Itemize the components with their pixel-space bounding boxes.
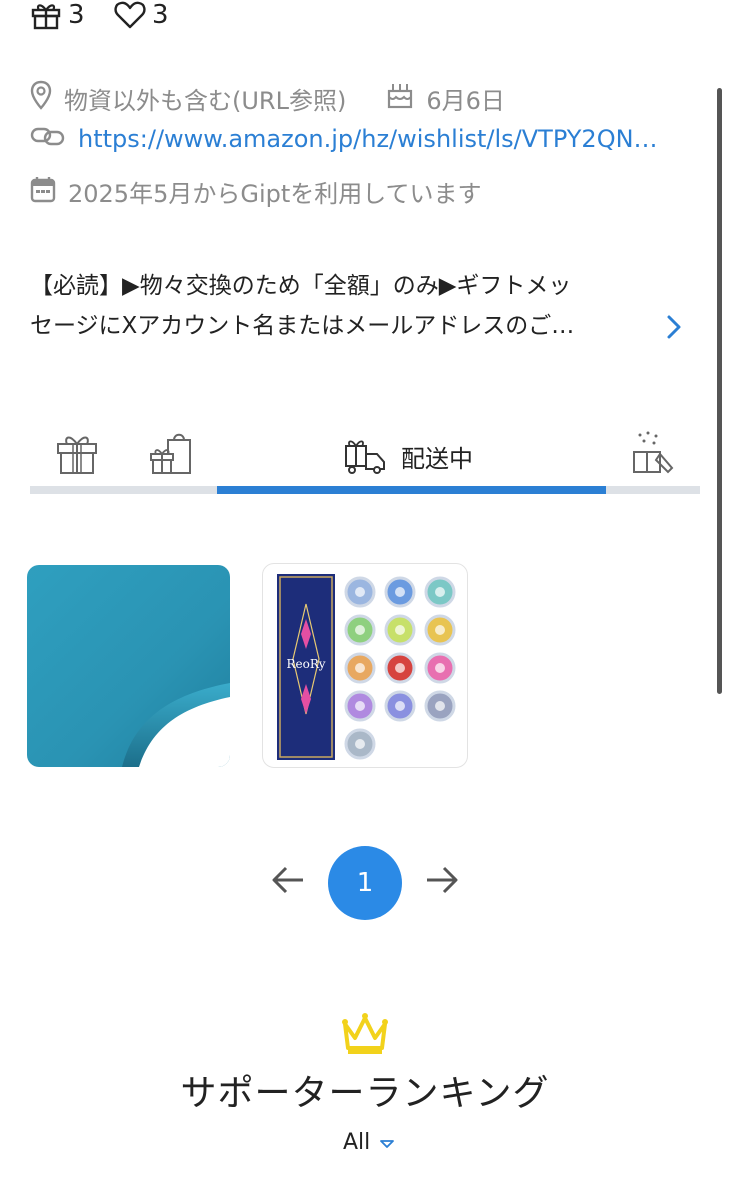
scrollbar[interactable]: [717, 88, 722, 694]
birthday-cake-icon: [386, 81, 414, 115]
heart-icon[interactable]: [114, 0, 146, 30]
info-row-location: 物資以外も含む(URL参照) 6月6日: [30, 80, 505, 116]
opened-gift-icon: [630, 431, 676, 480]
arrow-right-icon: [427, 866, 458, 894]
like-count: 3: [152, 0, 169, 30]
dropdown-triangle-icon: [380, 1130, 395, 1155]
shopping-gift-icon: [148, 433, 194, 480]
lens-brand-text: ReoRy: [287, 657, 326, 671]
gift-count: 3: [68, 0, 85, 30]
info-row-link[interactable]: https://www.amazon.jp/hz/wishlist/ls/VTP…: [30, 124, 690, 154]
tab-received[interactable]: [630, 430, 676, 480]
joined-text: 2025年5月からGiptを利用しています: [68, 180, 482, 208]
tab-shipping-label: 配送中: [401, 444, 473, 473]
crown-icon: [340, 1012, 390, 1060]
location-text: 物資以外も含む(URL参照): [64, 86, 347, 115]
link-icon: [30, 124, 66, 154]
gift-box-icon: [54, 436, 100, 480]
calendar-icon: [30, 175, 56, 209]
item-card-contact-lens[interactable]: ReoRy: [262, 563, 468, 768]
like-counter[interactable]: 3: [114, 0, 169, 30]
chevron-right-icon[interactable]: [664, 314, 684, 344]
ranking-filter-select[interactable]: All: [343, 1130, 395, 1155]
gift-icon: [30, 0, 62, 30]
contact-lens-product-image: ReoRy: [277, 574, 456, 760]
page-button-current[interactable]: 1: [328, 846, 402, 920]
description-line-2: セージにXアカウント名またはメールアドレスのご…: [30, 313, 575, 339]
lens-grid: [344, 576, 456, 760]
tab-wishlist[interactable]: [54, 430, 100, 480]
item-card-fabric[interactable]: [27, 565, 230, 767]
gift-counter: 3: [30, 0, 85, 30]
info-row-joined: 2025年5月からGiptを利用しています: [30, 174, 482, 209]
birthday-text: 6月6日: [426, 86, 505, 115]
description-line-1: 【必読】▶物々交換のため「全額」のみ▶ギフトメッ: [30, 273, 572, 299]
ranking-title: サポーターランキング: [180, 1073, 550, 1114]
wishlist-link[interactable]: https://www.amazon.jp/hz/wishlist/ls/VTP…: [78, 125, 690, 153]
tab-shipping[interactable]: 配送中: [343, 432, 473, 480]
profile-description[interactable]: 【必読】▶物々交換のため「全額」のみ▶ギフトメッ セージにXアカウント名またはメ…: [30, 266, 660, 346]
prev-page-button[interactable]: [270, 864, 306, 900]
ranking-filter-value: All: [343, 1130, 371, 1155]
tab-active-indicator: [217, 486, 606, 494]
arrow-left-icon: [272, 866, 303, 894]
tab-purchased[interactable]: [148, 430, 194, 480]
delivery-truck-icon: [343, 432, 387, 480]
next-page-button[interactable]: [424, 864, 460, 900]
teal-fabric-image: [27, 565, 230, 767]
location-pin-icon: [30, 80, 52, 116]
